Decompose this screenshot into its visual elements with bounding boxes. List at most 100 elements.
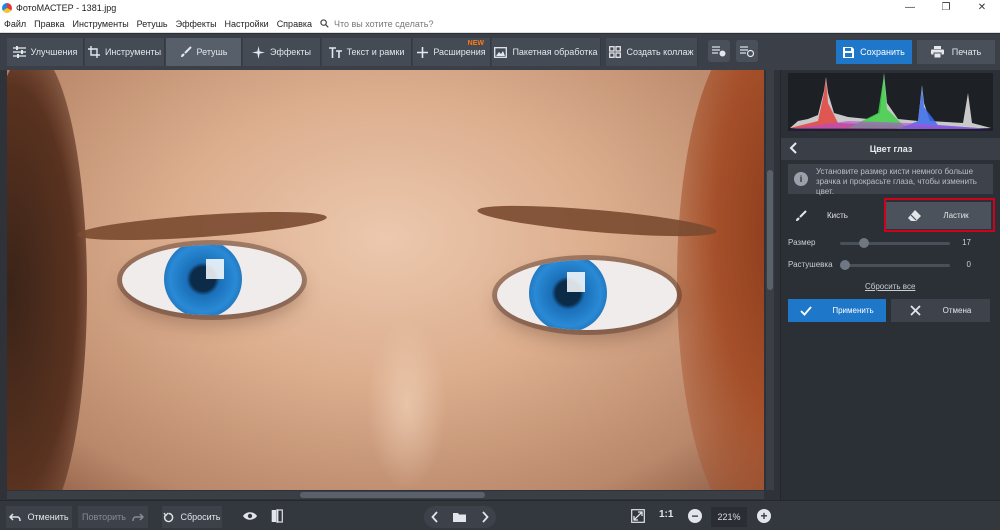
tab-label: Расширения — [433, 47, 486, 57]
title-bar: ФотоМАСТЕР - 1381.jpg — ❐ ✕ — [0, 0, 1000, 15]
redo-icon — [132, 512, 144, 521]
back-arrow-icon[interactable] — [789, 142, 798, 154]
text-icon — [328, 46, 342, 58]
menu-bar: Файл Правка Инструменты Ретушь Эффекты Н… — [0, 15, 1000, 33]
reset-all-link[interactable]: Сбросить все — [865, 282, 915, 291]
side-panel: Цвет глаз i Установите размер кисти немн… — [780, 70, 1000, 500]
preview-toggle[interactable] — [241, 507, 259, 525]
actual-size-button[interactable]: 1:1 — [659, 509, 673, 520]
photo-right-eye — [497, 260, 677, 330]
photo-nose — [367, 320, 447, 490]
tab-label: Текст и рамки — [346, 47, 405, 57]
minimize-button[interactable]: — — [892, 0, 928, 15]
info-icon: i — [794, 172, 808, 186]
size-slider-track[interactable] — [840, 242, 950, 245]
compare-toggle[interactable] — [268, 507, 286, 525]
menu-help[interactable]: Справка — [273, 19, 316, 29]
tab-retouch[interactable]: Ретушь — [166, 38, 242, 66]
redo-label: Повторить — [82, 512, 126, 522]
print-label: Печать — [951, 47, 982, 57]
brush-tool-button[interactable]: Кисть — [789, 202, 881, 229]
undo-button[interactable]: Отменить — [6, 506, 72, 528]
crop-icon — [87, 46, 100, 58]
tab-label: Создать коллаж — [626, 47, 694, 57]
close-button[interactable]: ✕ — [964, 0, 1000, 15]
printer-icon — [930, 46, 944, 58]
tab-tools[interactable]: Инструменты — [85, 38, 165, 66]
cancel-button[interactable]: Отмена — [891, 299, 990, 322]
cancel-label: Отмена — [942, 306, 972, 315]
size-slider-knob[interactable] — [859, 238, 869, 248]
reset-label: Сбросить — [180, 512, 221, 522]
photo-hair-left — [7, 70, 87, 490]
zoom-out-button[interactable]: − — [688, 509, 702, 523]
histogram-graph — [790, 73, 991, 129]
tab-extensions[interactable]: Расширения NEW — [413, 38, 491, 66]
images-icon — [494, 46, 508, 58]
brush-icon — [796, 209, 807, 221]
brush-label: Кисть — [827, 211, 848, 220]
reset-button[interactable]: Сбросить — [162, 506, 222, 528]
feather-slider[interactable]: Растушевка 0 — [788, 258, 993, 272]
apply-button[interactable]: Применить — [788, 299, 886, 322]
feather-slider-knob[interactable] — [840, 260, 850, 270]
redo-button[interactable]: Повторить — [78, 506, 148, 528]
fit-screen-button[interactable] — [629, 507, 647, 525]
size-value: 17 — [962, 238, 971, 247]
save-button[interactable]: Сохранить — [836, 40, 912, 64]
tab-effects[interactable]: Эффекты — [243, 38, 321, 66]
menu-file[interactable]: Файл — [0, 19, 30, 29]
close-icon — [910, 305, 921, 316]
menu-edit[interactable]: Правка — [30, 19, 68, 29]
photo-left-iris — [164, 245, 242, 315]
feather-label: Растушевка — [788, 260, 833, 269]
image-navigation — [424, 506, 496, 528]
zoom-value[interactable]: 221% — [711, 507, 747, 527]
add-preset-button[interactable] — [708, 40, 730, 62]
print-button[interactable]: Печать — [917, 40, 995, 64]
history-preset-button[interactable] — [736, 40, 758, 62]
menu-settings[interactable]: Настройки — [221, 19, 273, 29]
list-history-icon — [740, 46, 754, 57]
sliders-icon — [12, 46, 26, 58]
vertical-scroll-thumb[interactable] — [767, 170, 773, 290]
photo-canvas[interactable] — [7, 70, 764, 490]
folder-icon[interactable] — [453, 512, 467, 522]
menu-tools[interactable]: Инструменты — [69, 19, 133, 29]
window-title: ФотоМАСТЕР - 1381.jpg — [16, 2, 117, 13]
panel-title: Цвет глаз — [869, 144, 913, 154]
tab-label: Улучшения — [30, 47, 78, 57]
tab-create-collage[interactable]: Создать коллаж — [606, 38, 698, 66]
new-badge: NEW — [467, 40, 484, 47]
photo-right-catchlight — [567, 272, 585, 292]
menu-effects[interactable]: Эффекты — [172, 19, 221, 29]
horizontal-scrollbar[interactable] — [7, 491, 764, 499]
app-logo-icon — [2, 2, 12, 13]
list-add-icon — [712, 46, 726, 57]
size-slider[interactable]: Размер 17 — [788, 236, 993, 250]
undo-label: Отменить — [27, 512, 69, 522]
feather-slider-track[interactable] — [840, 264, 950, 267]
plus-icon — [417, 46, 429, 58]
menu-search[interactable]: Что вы хотите сделать? — [320, 19, 434, 29]
reset-icon — [163, 512, 174, 522]
zoom-in-button[interactable]: + — [757, 509, 771, 523]
tab-text-frames[interactable]: Текст и рамки — [322, 38, 412, 66]
window-controls: — ❐ ✕ — [892, 0, 1000, 15]
bottom-bar: Отменить Повторить Сбросить 1:1 − 221% + — [0, 500, 1000, 530]
grid-icon — [609, 46, 622, 58]
next-image-icon[interactable] — [481, 511, 489, 523]
menu-retouch[interactable]: Ретушь — [133, 19, 172, 29]
tab-batch-processing[interactable]: Пакетная обработка — [492, 38, 601, 66]
annotation-highlight-frame — [884, 198, 995, 232]
vertical-scrollbar[interactable] — [766, 70, 774, 490]
apply-label: Применить — [832, 306, 874, 315]
panel-header: Цвет глаз — [781, 138, 1000, 160]
horizontal-scroll-thumb[interactable] — [300, 492, 485, 498]
tab-enhancements[interactable]: Улучшения — [7, 38, 84, 66]
compare-icon — [271, 509, 283, 523]
feather-value: 0 — [966, 260, 971, 269]
maximize-button[interactable]: ❐ — [928, 0, 964, 15]
photo-hair-right — [677, 70, 764, 490]
prev-image-icon[interactable] — [431, 511, 439, 523]
